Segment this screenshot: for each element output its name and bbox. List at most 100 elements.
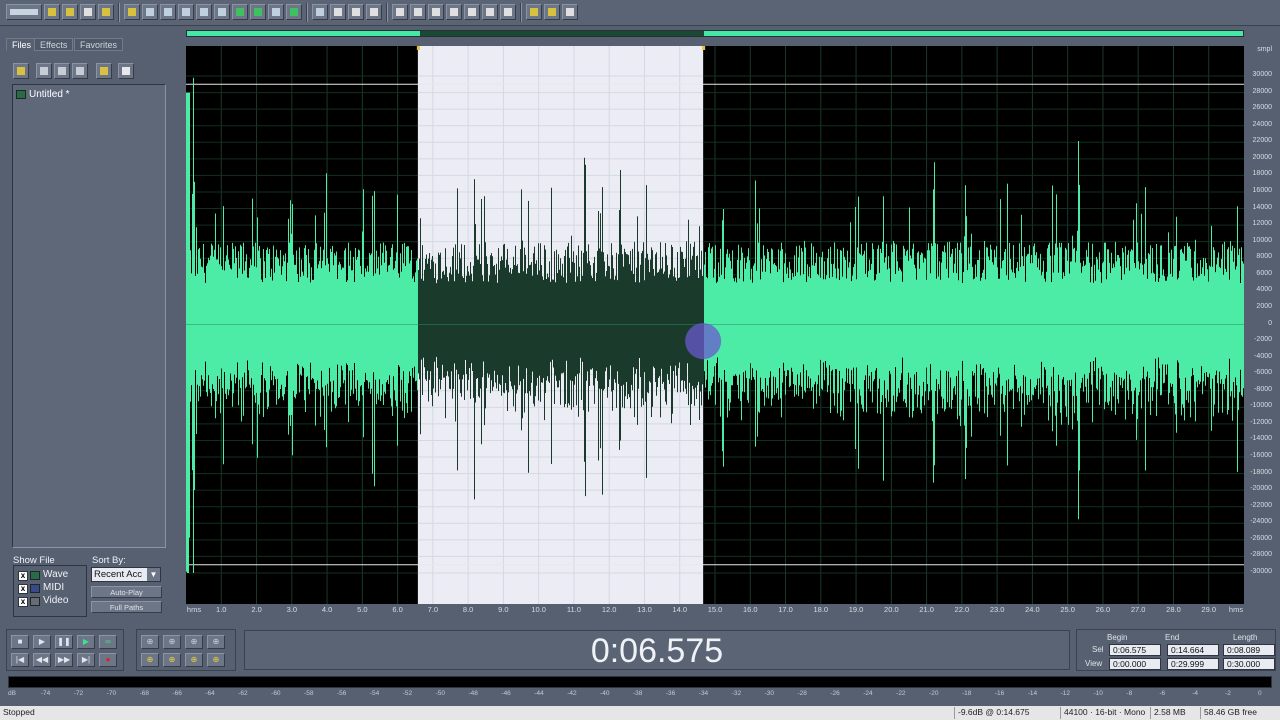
pause-icon[interactable]: ❚❚ [55, 635, 73, 649]
zoom-in-h-icon[interactable]: ⊕ [141, 635, 159, 649]
level-scale-label: -52 [402, 690, 413, 697]
sel-length-field[interactable]: 0:08.089 [1223, 644, 1275, 656]
time-tick-label: 1.0 [216, 605, 227, 614]
undo-icon[interactable] [142, 4, 158, 20]
amplitude-tick-label: 22000 [1252, 137, 1272, 145]
level-scale-label: -28 [797, 690, 807, 697]
zoom-full-icon[interactable]: ⊕ [185, 635, 203, 649]
help-icon[interactable] [118, 63, 134, 79]
time-tick-label: 19.0 [848, 605, 864, 614]
amplitude-tick-label: -22000 [1250, 501, 1272, 509]
go-to-start-icon[interactable]: |◀ [11, 653, 29, 667]
multitrack-view-icon[interactable] [330, 4, 346, 20]
wave-icon [30, 571, 40, 580]
play-to-end-icon[interactable]: ▶ [77, 635, 95, 649]
transport-area: ■ ▶ ❚❚ ▶ ∞ |◀ ◀◀ ▶▶ ▶| ● ⊕ ⊕ ⊕ ⊕ ⊕ ⊕ ⊕ ⊕ 0:06.575 Begin … [0, 626, 1280, 674]
selection-view-panel: Begin End Length Sel 0:06.575 0:14.664 0… [1076, 629, 1276, 671]
close-file-icon[interactable] [36, 63, 52, 79]
close-file-icon[interactable] [124, 4, 140, 20]
view-begin-field[interactable]: 0:00.000 [1109, 658, 1161, 670]
list-item[interactable]: Untitled * [16, 88, 70, 100]
punch-icon[interactable] [428, 4, 444, 20]
zoom-selection-icon[interactable]: ⊕ [141, 653, 159, 667]
tab-effects[interactable]: Effects [34, 38, 74, 51]
zoom-out-h-icon[interactable]: ⊕ [163, 635, 181, 649]
amplitude-tick-label: 28000 [1252, 87, 1272, 95]
zoom-left-icon[interactable]: ⊕ [163, 653, 181, 667]
level-scale-label: -60 [271, 690, 281, 697]
sel-begin-field[interactable]: 0:06.575 [1109, 644, 1161, 656]
go-to-end-icon[interactable]: ▶| [77, 653, 95, 667]
record-icon[interactable]: ● [99, 653, 117, 667]
tab-favorites[interactable]: Favorites [74, 38, 124, 51]
time-tick-label: 10.0 [531, 605, 546, 614]
loop-icon[interactable] [410, 4, 426, 20]
view-toggle-icon[interactable] [6, 4, 42, 20]
zoom-out-v-icon[interactable]: ⊕ [207, 653, 225, 667]
snap-icon[interactable] [464, 4, 480, 20]
midi-checkbox[interactable]: x [18, 584, 28, 594]
sel-end-field[interactable]: 0:14.664 [1167, 644, 1219, 656]
region-icon[interactable] [500, 4, 516, 20]
cd-view-icon[interactable] [348, 4, 364, 20]
auto-play-button[interactable]: Auto-Play [91, 586, 162, 598]
rewind-icon[interactable]: ◀◀ [33, 653, 51, 667]
amplitude-tick-label: 6000 [1256, 269, 1272, 277]
waveform-canvas[interactable] [186, 46, 1244, 604]
import-icon[interactable] [72, 63, 88, 79]
edit-view-icon[interactable] [312, 4, 328, 20]
zoom-right-icon[interactable]: ⊕ [185, 653, 203, 667]
help-icon[interactable] [562, 4, 578, 20]
cut-icon[interactable] [178, 4, 194, 20]
view-end-field[interactable]: 0:29.999 [1167, 658, 1219, 670]
properties-icon[interactable] [96, 63, 112, 79]
file-list[interactable]: Untitled * [12, 84, 166, 548]
wave-checkbox[interactable]: x [18, 571, 28, 581]
level-scale-label: -54 [369, 690, 380, 697]
chevron-down-icon[interactable]: ▼ [147, 568, 160, 581]
insert-icon[interactable] [54, 63, 70, 79]
view-length-field[interactable]: 0:30.000 [1223, 658, 1275, 670]
amplitude-tick-label: -12000 [1250, 418, 1272, 426]
select-icon[interactable] [366, 4, 382, 20]
overview-bar[interactable] [186, 30, 1244, 37]
stop-icon[interactable]: ■ [11, 635, 29, 649]
save-all-icon[interactable] [98, 4, 114, 20]
mix-paste-icon[interactable] [232, 4, 248, 20]
open-folder-icon[interactable] [13, 63, 29, 79]
open-file-icon[interactable] [62, 4, 78, 20]
play-icon[interactable]: ▶ [33, 635, 51, 649]
status-bar: Stopped -9.6dB @ 0:14.675 44100 · 16-bit… [0, 706, 1280, 720]
settings-icon[interactable] [544, 4, 560, 20]
save-file-icon[interactable] [80, 4, 96, 20]
amplitude-tick-label: 30000 [1252, 71, 1272, 78]
time-tick-label: 25.0 [1060, 605, 1075, 614]
marker-icon[interactable] [446, 4, 462, 20]
tab-files[interactable]: Files [6, 38, 38, 51]
loop-play-icon[interactable]: ∞ [99, 635, 117, 649]
time-tick-label: 13.0 [637, 605, 652, 614]
video-checkbox[interactable]: x [18, 597, 28, 607]
fast-forward-icon[interactable]: ▶▶ [55, 653, 73, 667]
status-cursor: -9.6dB @ 0:14.675 [954, 707, 1060, 719]
full-paths-button[interactable]: Full Paths [91, 601, 162, 613]
waveform-display[interactable] [186, 46, 1244, 604]
playlist-icon[interactable] [482, 4, 498, 20]
time-tick-label: 20.0 [884, 605, 899, 614]
redo-icon[interactable] [160, 4, 176, 20]
sort-by-select[interactable]: Recent Acc ▼ [91, 567, 161, 582]
zoom-controls: ⊕ ⊕ ⊕ ⊕ ⊕ ⊕ ⊕ ⊕ [136, 629, 236, 671]
trim-icon[interactable] [250, 4, 266, 20]
time-tick-label: 15.0 [707, 605, 723, 614]
level-scale-label: -16 [994, 690, 1005, 697]
zoom-in-v-icon[interactable]: ⊕ [207, 635, 225, 649]
paste-icon[interactable] [214, 4, 230, 20]
new-file-icon[interactable] [44, 4, 60, 20]
silence-icon[interactable] [268, 4, 284, 20]
info-icon[interactable] [526, 4, 542, 20]
amplitude-tick-label: -14000 [1250, 435, 1272, 443]
level-scale-label: -12 [1060, 690, 1071, 697]
zoom-icon[interactable] [392, 4, 408, 20]
copy-icon[interactable] [196, 4, 212, 20]
insert-icon[interactable] [286, 4, 302, 20]
